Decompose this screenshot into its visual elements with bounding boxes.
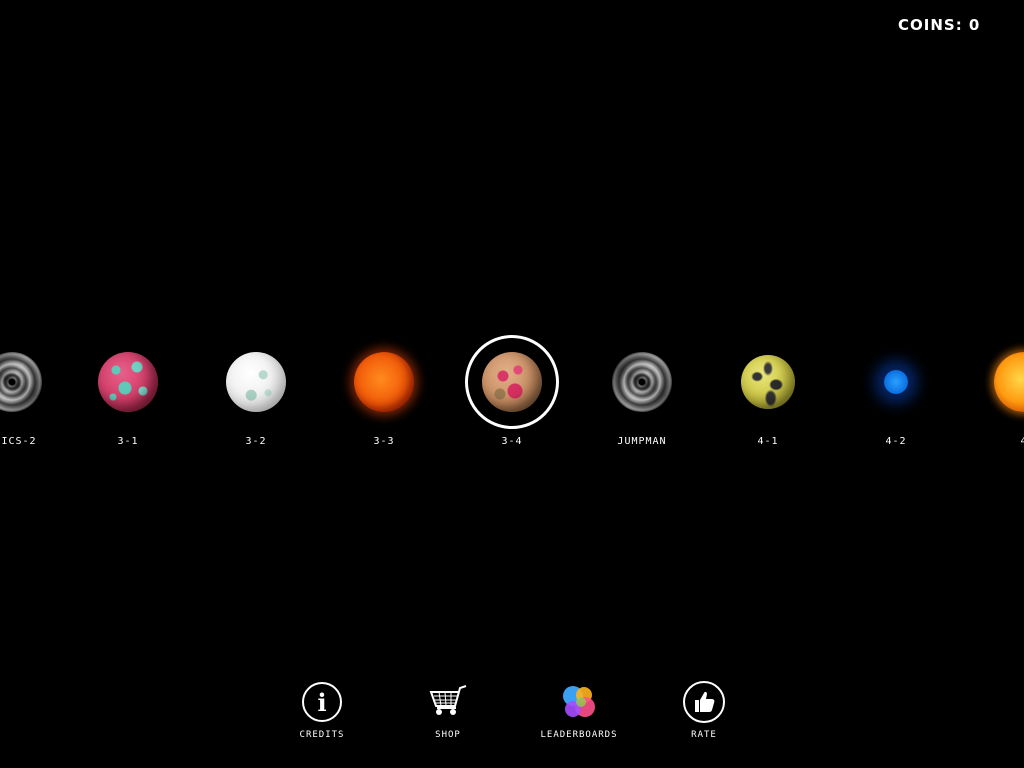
level-label: 3-1 bbox=[117, 436, 139, 447]
level-node-3-3[interactable]: 3-3 bbox=[319, 330, 449, 450]
yellow-black-planet-icon bbox=[741, 355, 795, 409]
level-label: 4 bbox=[1020, 436, 1024, 447]
wormhole-planet-icon bbox=[612, 352, 672, 412]
shop-button[interactable]: SHOP bbox=[418, 680, 478, 740]
rate-label: RATE bbox=[691, 730, 717, 740]
level-label: 4-2 bbox=[885, 436, 907, 447]
level-label: JUMPMAN bbox=[617, 436, 667, 447]
level-node-3-2[interactable]: 3-2 bbox=[191, 330, 321, 450]
level-label: 3-3 bbox=[373, 436, 395, 447]
game-center-icon bbox=[557, 680, 601, 724]
fire-sun-planet-icon bbox=[994, 352, 1024, 412]
level-node-4-3[interactable]: 4 bbox=[959, 330, 1024, 450]
rate-button[interactable]: RATE bbox=[678, 680, 730, 740]
level-label: MPICS-2 bbox=[0, 436, 37, 447]
blue-star-planet-icon bbox=[884, 370, 908, 394]
level-label: 4-1 bbox=[757, 436, 779, 447]
coins-counter: COINS: 0 bbox=[898, 16, 981, 34]
white-moon-planet-icon bbox=[226, 352, 286, 412]
info-icon: i bbox=[302, 682, 342, 722]
shop-label: SHOP bbox=[435, 730, 461, 740]
level-node-3-4[interactable]: 3-4 bbox=[447, 330, 577, 450]
leaderboards-label: LEADERBOARDS bbox=[540, 730, 618, 740]
level-node-4-2[interactable]: 4-2 bbox=[831, 330, 961, 450]
level-node-3-1[interactable]: 3-1 bbox=[63, 330, 193, 450]
level-node-jumpman[interactable]: JUMPMAN bbox=[577, 330, 707, 450]
cart-icon bbox=[426, 680, 470, 724]
credits-label: CREDITS bbox=[299, 730, 345, 740]
orange-sun-planet-icon bbox=[354, 352, 414, 412]
tan-pink-planet-icon bbox=[482, 352, 542, 412]
level-label: 3-4 bbox=[501, 436, 523, 447]
level-node-4-1[interactable]: 4-1 bbox=[703, 330, 833, 450]
leaderboards-button[interactable]: LEADERBOARDS bbox=[534, 680, 624, 740]
thumbs-up-icon bbox=[683, 681, 725, 723]
credits-button[interactable]: i CREDITS bbox=[290, 680, 354, 740]
bottom-menu: i CREDITS SHOP LEADERBOARDS RATE bbox=[0, 680, 1024, 750]
wormhole-planet-icon bbox=[0, 352, 42, 412]
pink-teal-planet-icon bbox=[98, 352, 158, 412]
level-label: 3-2 bbox=[245, 436, 267, 447]
level-carousel[interactable]: MPICS-2 3-1 3-2 3-3 3-4 JUMPMAN 4-1 4-2 … bbox=[0, 330, 1024, 460]
